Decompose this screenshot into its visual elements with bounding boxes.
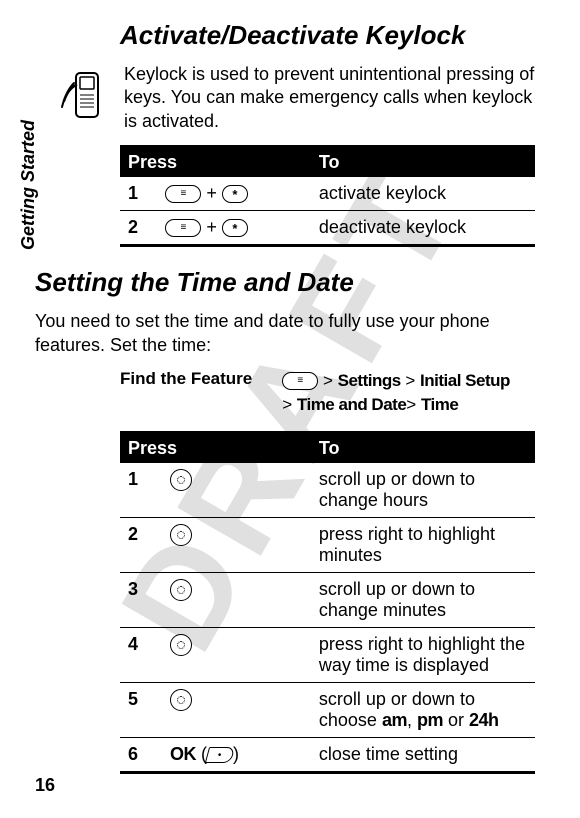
- table-header-to: To: [311, 432, 535, 463]
- keylock-intro-text: Keylock is used to prevent unintentional…: [124, 63, 535, 133]
- table-row: 2 press right to highlight minutes: [120, 517, 535, 572]
- section-title-time-date: Setting the Time and Date: [35, 267, 535, 298]
- keylock-table: Press To 1 ≡ + * activate keylock 2 ≡ + …: [120, 145, 535, 247]
- step-action: scroll up or down to change minutes: [311, 572, 535, 627]
- step-action: scroll up or down to choose am, pm or 24…: [311, 682, 535, 737]
- nav-key-icon: [170, 689, 192, 711]
- step-action: scroll up or down to change hours: [311, 463, 535, 518]
- menu-key-icon: ≡: [282, 372, 318, 390]
- table-row: 5 scroll up or down to choose am, pm or …: [120, 682, 535, 737]
- step-press: ≡ + *: [157, 211, 311, 246]
- menu-key-icon: ≡: [165, 185, 201, 203]
- step-number: 6: [120, 737, 162, 772]
- table-row: 2 ≡ + * deactivate keylock: [120, 211, 535, 246]
- table-header-press: Press: [120, 432, 311, 463]
- feature-path: ≡ > Settings > Initial Setup > Time and …: [282, 369, 510, 417]
- table-header-press: Press: [120, 147, 311, 178]
- find-feature-label: Find the Feature: [120, 369, 252, 417]
- step-press: [162, 682, 311, 737]
- page-number: 16: [35, 775, 55, 796]
- time-date-table: Press To 1 scroll up or down to change h…: [120, 431, 535, 774]
- step-number: 5: [120, 682, 162, 737]
- step-press: OK (•): [162, 737, 311, 772]
- phone-illustration-icon: [60, 69, 112, 128]
- right-softkey-icon: •: [205, 747, 235, 763]
- nav-key-icon: [170, 469, 192, 491]
- table-row: 6 OK (•) close time setting: [120, 737, 535, 772]
- step-action: close time setting: [311, 737, 535, 772]
- step-action: activate keylock: [311, 177, 535, 211]
- step-number: 4: [120, 627, 162, 682]
- section-title-keylock: Activate/Deactivate Keylock: [120, 20, 535, 51]
- step-press: [162, 572, 311, 627]
- step-number: 2: [120, 211, 157, 246]
- nav-key-icon: [170, 579, 192, 601]
- time-date-intro-text: You need to set the time and date to ful…: [35, 310, 535, 357]
- page-content: Getting Started Activate/Deactivate Keyl…: [0, 0, 580, 818]
- star-key-icon: *: [222, 219, 248, 237]
- table-row: 1 ≡ + * activate keylock: [120, 177, 535, 211]
- step-press: [162, 463, 311, 518]
- menu-key-icon: ≡: [165, 219, 201, 237]
- table-row: 4 press right to highlight the way time …: [120, 627, 535, 682]
- step-number: 1: [120, 177, 157, 211]
- nav-key-icon: [170, 634, 192, 656]
- step-number: 1: [120, 463, 162, 518]
- side-section-label: Getting Started: [18, 120, 39, 250]
- step-press: [162, 627, 311, 682]
- nav-key-icon: [170, 524, 192, 546]
- table-header-to: To: [311, 147, 535, 178]
- step-action: deactivate keylock: [311, 211, 535, 246]
- step-action: press right to highlight the way time is…: [311, 627, 535, 682]
- table-row: 3 scroll up or down to change minutes: [120, 572, 535, 627]
- step-number: 3: [120, 572, 162, 627]
- star-key-icon: *: [222, 185, 248, 203]
- step-press: [162, 517, 311, 572]
- step-number: 2: [120, 517, 162, 572]
- step-action: press right to highlight minutes: [311, 517, 535, 572]
- step-press: ≡ + *: [157, 177, 311, 211]
- table-row: 1 scroll up or down to change hours: [120, 463, 535, 518]
